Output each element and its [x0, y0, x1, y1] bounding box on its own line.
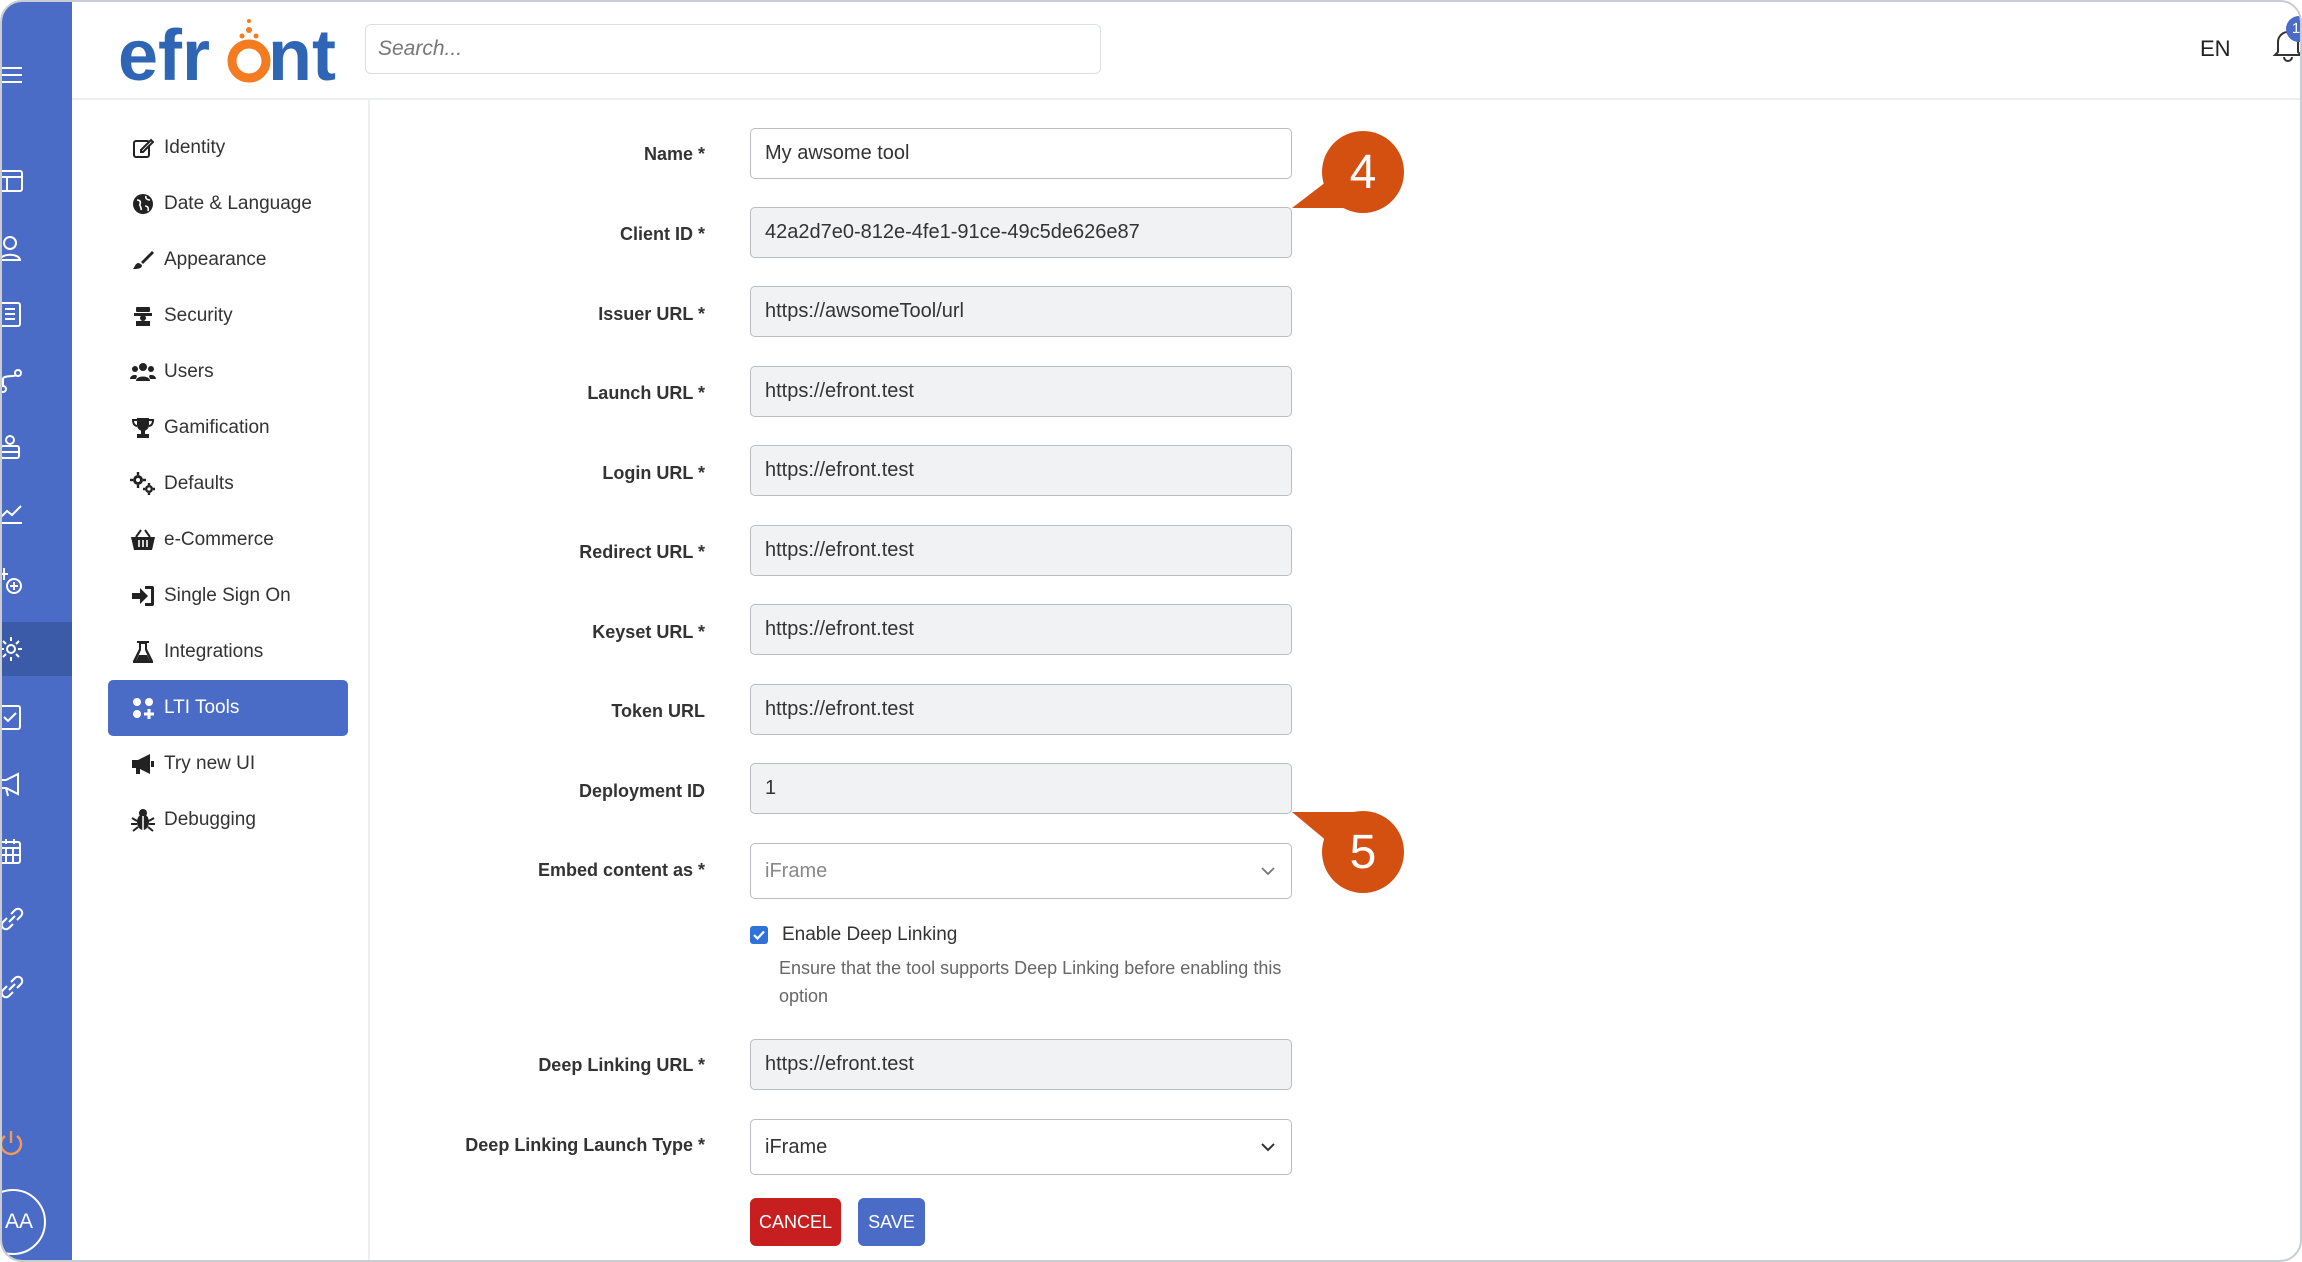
callout-badge-5: 5 [1322, 811, 1404, 893]
branch-icon[interactable] [2, 354, 72, 408]
calendar-icon[interactable] [2, 824, 72, 878]
bug-icon [130, 808, 156, 832]
basket-icon [130, 529, 156, 551]
embed-content-select[interactable]: iFrame [750, 843, 1292, 899]
menu-icon[interactable] [2, 48, 72, 102]
layout-icon[interactable] [2, 154, 72, 208]
token-url-label: Token URL [611, 701, 705, 721]
nav-label: Identity [164, 137, 226, 158]
security-icon [130, 305, 156, 327]
login-url-input[interactable]: https://efront.test [750, 445, 1292, 496]
nav-item-sso[interactable]: Single Sign On [108, 568, 348, 624]
deep-linking-checkbox[interactable] [750, 926, 768, 944]
deep-linking-url-input[interactable]: https://efront.test [750, 1039, 1292, 1090]
deep-linking-launch-type-value: iFrame [765, 1135, 828, 1158]
sign-in-icon [130, 585, 156, 607]
callout-badge-4: 4 [1322, 131, 1404, 213]
login-url-label: Login URL * [602, 463, 705, 483]
nav-label: e-Commerce [164, 529, 274, 550]
avatar[interactable]: AA [2, 1189, 46, 1255]
keyset-url-label: Keyset URL * [592, 622, 705, 642]
grid-plus-icon [130, 697, 156, 719]
redirect-url-input[interactable]: https://efront.test [750, 525, 1292, 576]
issuer-url-label: Issuer URL * [598, 304, 705, 324]
launch-url-input[interactable]: https://efront.test [750, 366, 1292, 417]
nav-label: Try new UI [164, 753, 256, 774]
nav-label: Date & Language [164, 193, 312, 214]
deployment-id-label: Deployment ID [578, 781, 705, 801]
link-icon[interactable] [2, 960, 72, 1014]
client-id-input[interactable]: 42a2d7e0-812e-4fe1-91ce-49c5de626e87 [750, 207, 1292, 258]
user-icon[interactable] [2, 221, 72, 275]
chevron-down-icon [1259, 860, 1277, 883]
svg-text:nt: nt [268, 16, 336, 92]
nav-label: Appearance [164, 249, 267, 270]
globe-icon [130, 193, 156, 215]
add-node-icon[interactable] [2, 554, 72, 608]
gear-icon[interactable] [2, 622, 72, 676]
power-icon[interactable] [2, 1116, 72, 1170]
deep-linking-launch-type-label: Deep Linking Launch Type * [465, 1135, 705, 1155]
nav-label: Single Sign On [164, 585, 291, 606]
checklist-icon[interactable] [2, 690, 72, 744]
client-id-label: Client ID * [619, 224, 705, 244]
users-icon [130, 361, 156, 383]
group-icon[interactable] [2, 420, 72, 474]
embed-content-label: Embed content as * [537, 860, 705, 880]
brush-icon [130, 249, 156, 271]
chevron-down-icon [1259, 1136, 1277, 1159]
nav-item-gamification[interactable]: Gamification [108, 400, 348, 456]
efront-logo[interactable]: efr nt [118, 12, 348, 96]
deep-linking-url-label: Deep Linking URL * [538, 1055, 705, 1075]
nav-label: Defaults [164, 473, 234, 494]
deep-linking-checkbox-row[interactable]: Enable Deep Linking [750, 924, 957, 946]
launch-url-label: Launch URL * [587, 383, 705, 403]
left-rail: AA [2, 2, 72, 1260]
keyset-url-input[interactable]: https://efront.test [750, 604, 1292, 655]
nav-label: Debugging [164, 809, 256, 830]
deep-linking-hint: Ensure that the tool supports Deep Linki… [779, 958, 1282, 1006]
deployment-id-input[interactable]: 1 [750, 763, 1292, 814]
top-header: efr nt [72, 2, 2300, 100]
name-label: Name * [643, 144, 705, 164]
search-input[interactable] [365, 24, 1101, 74]
redirect-url-label: Redirect URL * [579, 542, 705, 562]
embed-content-value: iFrame [765, 859, 828, 882]
save-button[interactable]: SAVE [858, 1198, 925, 1246]
nav-label: Integrations [164, 641, 264, 662]
app-frame: AA efr nt EN 1 Identity Date & Language [0, 0, 2302, 1262]
language-selector[interactable]: EN [2200, 36, 2231, 62]
nav-label: Security [164, 305, 233, 326]
cancel-button[interactable]: CANCEL [750, 1198, 841, 1246]
book-icon[interactable] [2, 287, 72, 341]
link-icon[interactable] [2, 892, 72, 946]
flask-icon [130, 641, 156, 663]
svg-text:efr: efr [118, 16, 210, 92]
nav-label: Gamification [164, 417, 270, 438]
bullhorn-icon [130, 753, 156, 775]
megaphone-icon[interactable] [2, 757, 72, 811]
deep-linking-checkbox-label: Enable Deep Linking [782, 924, 958, 945]
trophy-icon [130, 417, 156, 439]
settings-nav: Identity Date & Language Appearance Secu… [72, 100, 370, 1260]
name-input[interactable]: My awsome tool [750, 128, 1292, 179]
deep-linking-launch-type-select[interactable]: iFrame [750, 1119, 1292, 1175]
token-url-input[interactable]: https://efront.test [750, 684, 1292, 735]
nav-label: Users [164, 361, 214, 382]
edit-icon [130, 137, 156, 159]
issuer-url-input[interactable]: https://awsomeTool/url [750, 286, 1292, 337]
cogs-icon [130, 472, 156, 496]
chart-icon[interactable] [2, 486, 72, 540]
nav-label: LTI Tools [164, 697, 240, 718]
